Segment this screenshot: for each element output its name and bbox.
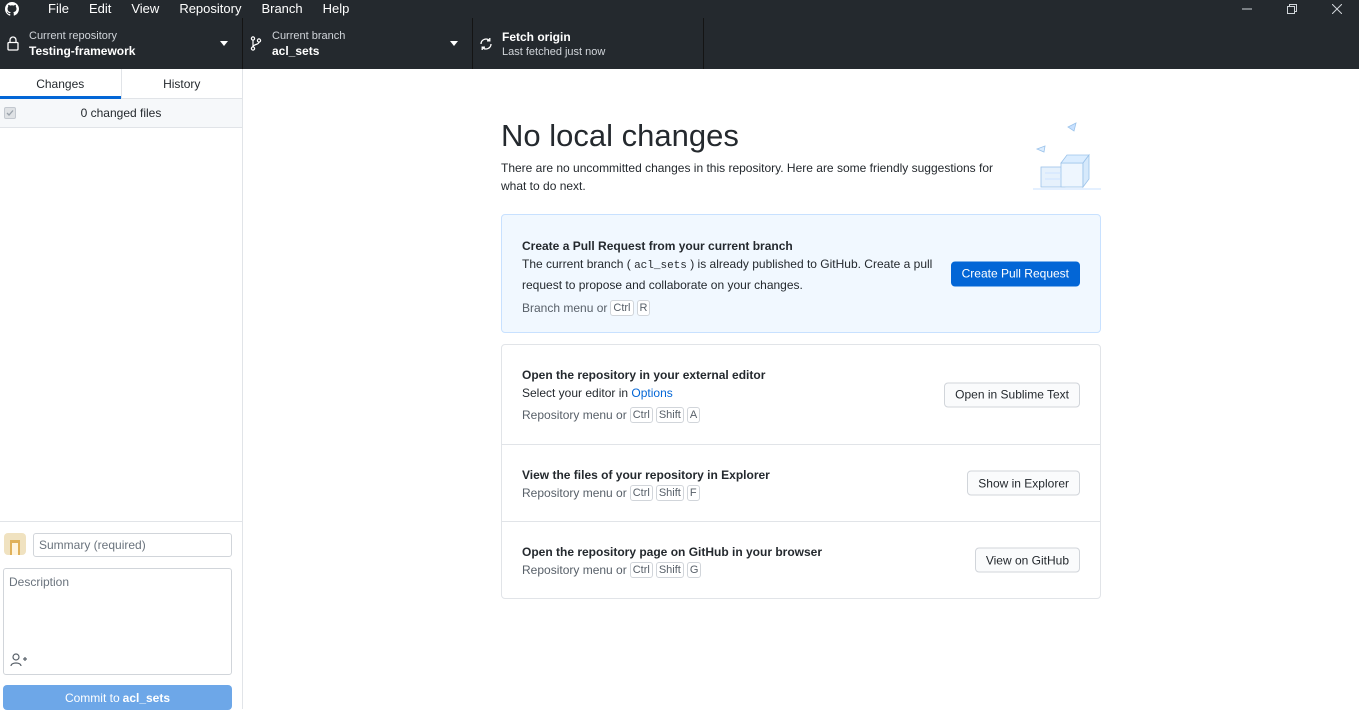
create-pull-request-button[interactable]: Create Pull Request [950, 261, 1080, 286]
sidebar-tabs: Changes History [0, 69, 242, 99]
pull-request-title: Create a Pull Request from your current … [522, 239, 793, 253]
toolbar: Current repository Testing-framework Cur… [0, 18, 1359, 69]
current-repository-name: Testing-framework [29, 43, 136, 58]
kbd-key: Ctrl [610, 300, 634, 316]
kbd-key: Ctrl [629, 485, 653, 501]
current-repository-button[interactable]: Current repository Testing-framework [0, 18, 243, 69]
kbd-key: Shift [655, 485, 684, 501]
page-title: No local changes [501, 118, 739, 153]
kbd-key: A [686, 407, 701, 423]
lock-icon [6, 36, 20, 51]
tab-history[interactable]: History [120, 69, 243, 98]
menu-view[interactable]: View [121, 2, 169, 16]
empty-state-illustration-icon [1031, 119, 1103, 195]
changes-header: 0 changed files [0, 99, 242, 128]
kbd-key: Shift [655, 407, 684, 423]
pull-request-card: Create a Pull Request from your current … [501, 214, 1101, 333]
view-on-github-row: Open the repository page on GitHub in yo… [502, 522, 1100, 598]
menu-help[interactable]: Help [313, 2, 360, 16]
open-editor-desc-prefix: Select your editor in [522, 386, 629, 400]
pull-request-row: Create a Pull Request from your current … [502, 215, 1100, 332]
pull-request-desc-before: The current branch ( [522, 257, 631, 271]
branch-icon [249, 36, 263, 51]
commit-button-prefix: Commit to [64, 690, 120, 705]
fetch-origin-title: Fetch origin [502, 29, 571, 44]
open-editor-row: Open the repository in your external edi… [502, 345, 1100, 445]
sidebar: Changes History 0 changed files Commit t… [0, 69, 243, 710]
close-icon[interactable] [1314, 0, 1359, 18]
current-branch-name: acl_sets [272, 43, 320, 58]
show-in-explorer-row: View the files of your repository in Exp… [502, 445, 1100, 522]
open-in-sublime-text-button[interactable]: Open in Sublime Text [944, 382, 1080, 407]
pull-request-shortcut: Branch menu or Ctrl R [522, 299, 1080, 317]
menu-branch[interactable]: Branch [251, 2, 312, 16]
github-logo-icon [2, 0, 22, 18]
last-fetched-text: Last fetched just now [502, 45, 606, 58]
shortcut-prefix: Repository menu or [522, 563, 627, 577]
page-subtitle: There are no uncommitted changes in this… [501, 161, 994, 193]
kbd-key: R [636, 300, 651, 316]
view-on-github-button[interactable]: View on GitHub [974, 547, 1080, 573]
shortcut-prefix: Repository menu or [522, 408, 627, 422]
description-input[interactable] [4, 569, 231, 649]
commit-button[interactable]: Commit to acl_sets [3, 685, 232, 710]
menu-repository[interactable]: Repository [169, 2, 251, 16]
current-branch-label: Current branch [272, 29, 346, 42]
kbd-key: Ctrl [629, 562, 653, 578]
shortcut-prefix: Branch menu or [522, 301, 608, 315]
minimize-icon[interactable] [1224, 0, 1269, 18]
menu-edit[interactable]: Edit [79, 2, 121, 16]
add-coauthor-icon[interactable] [9, 652, 29, 668]
main-panel: No local changes There are no uncommitte… [243, 69, 1359, 709]
current-repository-label: Current repository [29, 29, 118, 42]
fetch-origin-button[interactable]: Fetch origin Last fetched just now [473, 18, 704, 69]
window-controls [1224, 0, 1359, 18]
no-changes-header: No local changes There are no uncommitte… [501, 119, 1101, 195]
tab-changes[interactable]: Changes [0, 69, 121, 99]
menu-file[interactable]: File [38, 2, 79, 16]
chevron-down-icon [450, 41, 458, 46]
kbd-key: F [686, 485, 700, 501]
changed-files-count: 0 changed files [80, 106, 162, 120]
commit-area: Commit to acl_sets [0, 521, 242, 710]
current-branch-button[interactable]: Current branch acl_sets [243, 18, 473, 69]
chevron-down-icon [220, 41, 228, 46]
avatar [4, 533, 26, 555]
summary-input[interactable] [33, 533, 232, 557]
kbd-key: G [686, 562, 702, 578]
kbd-key: Shift [655, 562, 684, 578]
pull-request-description: The current branch ( acl_sets ) is alrea… [522, 255, 942, 295]
sync-icon [479, 37, 493, 51]
kbd-key: Ctrl [629, 407, 653, 423]
open-editor-shortcut: Repository menu or Ctrl Shift A [522, 406, 1080, 424]
select-all-checkbox[interactable] [4, 107, 16, 119]
show-in-explorer-button[interactable]: Show in Explorer [967, 470, 1080, 496]
shortcut-prefix: Repository menu or [522, 486, 627, 500]
pull-request-branch-code: acl_sets [634, 260, 687, 272]
suggestions-card: Open the repository in your external edi… [501, 344, 1101, 599]
description-box [3, 568, 232, 675]
options-link[interactable]: Options [631, 386, 672, 400]
menu-bar: File Edit View Repository Branch Help [0, 0, 1359, 18]
commit-button-branch: acl_sets [122, 690, 171, 705]
restore-icon[interactable] [1269, 0, 1314, 18]
